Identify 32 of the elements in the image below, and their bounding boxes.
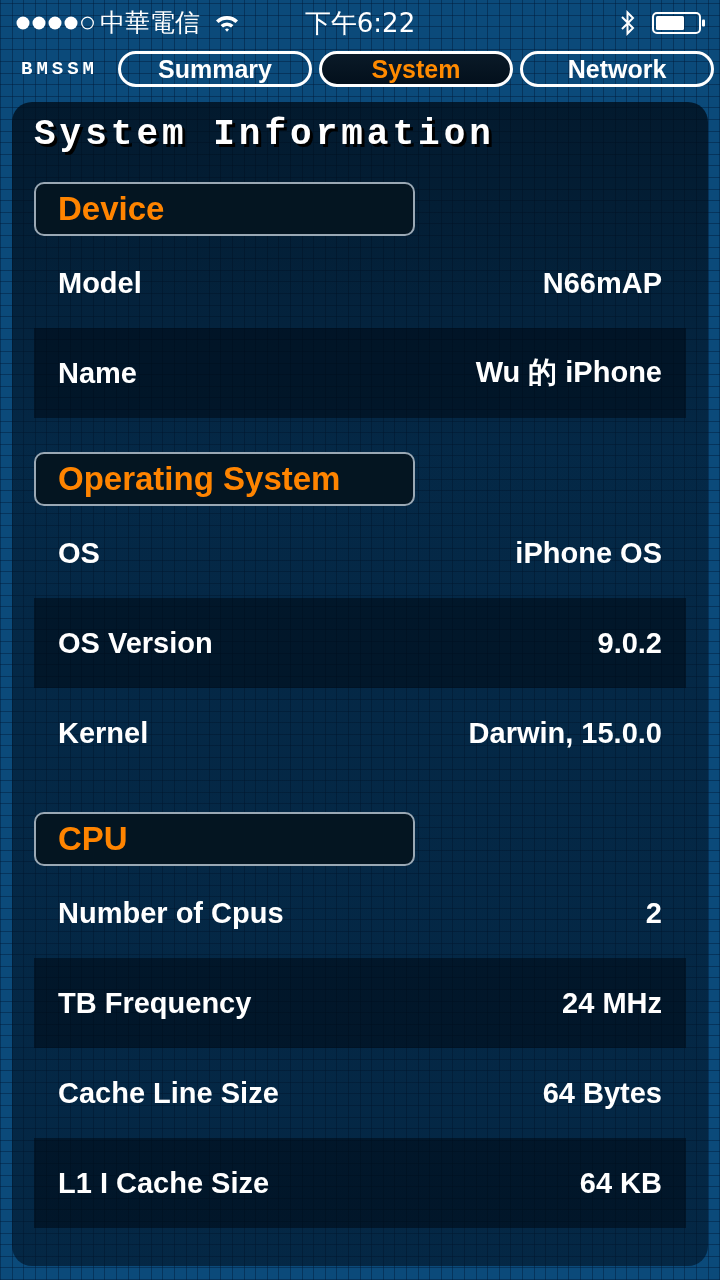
row-value: Wu 的 iPhone <box>475 355 662 390</box>
tab[interactable]: System <box>319 51 513 87</box>
row-value: Darwin, 15.0.0 <box>468 716 662 750</box>
section-header: Operating System <box>34 452 415 506</box>
bluetooth-icon <box>620 10 636 36</box>
row-label: Model <box>58 266 142 300</box>
clock-time: 下午6:22 <box>304 8 416 38</box>
wifi-icon <box>215 14 239 32</box>
row-label: OS Version <box>58 626 213 660</box>
row-label: Number of Cpus <box>58 896 284 930</box>
row-label: Kernel <box>58 716 149 750</box>
battery-icon <box>652 12 706 34</box>
app-title: BMSSM <box>21 58 99 80</box>
tab[interactable]: Network <box>520 51 714 87</box>
row-label: Name <box>58 356 137 390</box>
row-value: N66mAP <box>542 266 662 300</box>
panel-title: System Information <box>34 113 496 157</box>
row-value: 9.0.2 <box>597 626 662 660</box>
row-value: 64 KB <box>579 1166 662 1200</box>
row-label: L1 I Cache Size <box>58 1166 270 1200</box>
section-header: Device <box>34 182 415 236</box>
carrier-name: 中華電信 <box>100 8 200 38</box>
signal-strength-icon <box>16 16 95 30</box>
row-value: 64 Bytes <box>542 1076 662 1110</box>
row-value: 2 <box>645 896 662 930</box>
row-label: Cache Line Size <box>58 1076 279 1110</box>
tab[interactable]: Summary <box>118 51 312 87</box>
row-value: iPhone OS <box>515 536 662 570</box>
row-label: OS <box>58 536 100 570</box>
section-header: CPU <box>34 812 415 866</box>
row-value: 24 MHz <box>562 986 662 1020</box>
row-label: TB Frequency <box>58 986 252 1020</box>
